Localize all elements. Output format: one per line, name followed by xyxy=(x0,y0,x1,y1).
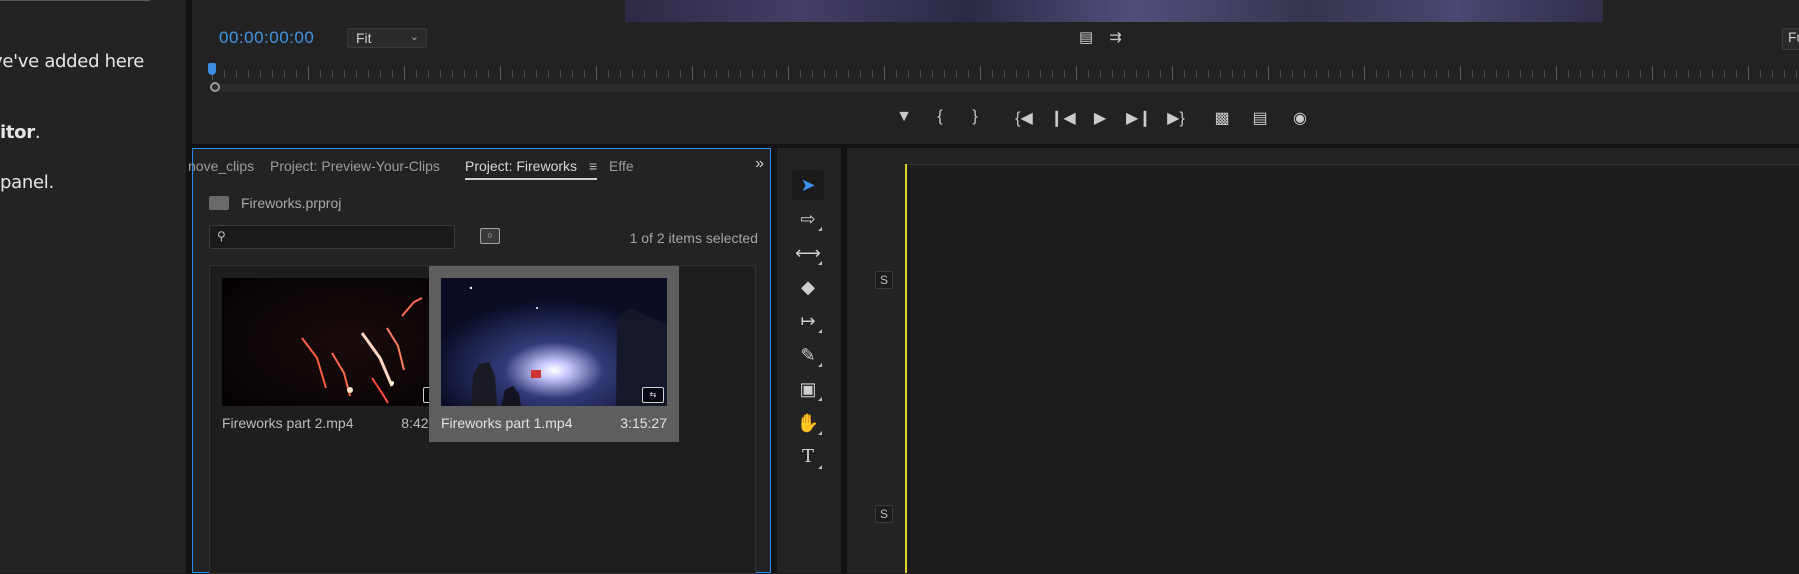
solo-track-button[interactable]: S xyxy=(875,271,893,289)
tab-remove-clips[interactable]: nove_clips xyxy=(188,158,254,174)
red-fireworks-thumbnail xyxy=(222,278,448,406)
tool-group-indicator xyxy=(818,227,822,231)
play-icon[interactable]: ▶ xyxy=(1088,108,1112,128)
zoom-select-value: Fit xyxy=(356,30,372,46)
video-preview xyxy=(625,0,1603,22)
in-point-marker[interactable] xyxy=(210,82,220,92)
tab-project-preview[interactable]: Project: Preview-Your-Clips xyxy=(270,158,440,174)
ripple-edit-icon[interactable]: ⟷ xyxy=(792,238,824,268)
step-forward-icon[interactable]: ▶❙ xyxy=(1126,108,1152,128)
go-to-in-icon[interactable]: {◀ xyxy=(1012,108,1036,128)
clip-item[interactable]: ⇆ Fireworks part 1.mp4 3:15:27 xyxy=(429,266,679,442)
time-ruler-major-ticks xyxy=(212,66,1799,80)
tool-group-indicator xyxy=(818,431,822,435)
clip-name: Fireworks part 1.mp4 xyxy=(441,415,573,431)
tab-effects[interactable]: Effe xyxy=(609,158,634,174)
export-frame-icon[interactable]: ◉ xyxy=(1288,108,1312,128)
playhead-handle[interactable] xyxy=(208,63,216,75)
search-icon: ⚲ xyxy=(217,229,226,243)
tool-group-indicator xyxy=(818,261,822,265)
clip-thumbnail: ⇆ xyxy=(222,278,448,406)
resolution-select[interactable]: Fu xyxy=(1782,28,1799,50)
project-file-name: Fireworks.prproj xyxy=(241,195,342,211)
solo-track-button[interactable]: S xyxy=(875,505,893,523)
chevron-down-icon: ⌄ xyxy=(409,31,419,43)
timeline-sequence-area[interactable] xyxy=(905,164,1799,574)
film-icon[interactable]: ▤ xyxy=(1079,28,1093,46)
insert-icon[interactable]: ▩ xyxy=(1210,108,1234,128)
new-search-bin-icon[interactable]: ○ xyxy=(480,228,500,244)
monitor-settings-icons: ▤ ⇉ xyxy=(1079,28,1138,46)
export-settings-icon[interactable]: ⇉ xyxy=(1109,28,1122,46)
icon-view-grid: ⇆ Fireworks part 2.mp4 8:42:23 xyxy=(209,265,756,574)
zoom-select[interactable]: Fit ⌄ xyxy=(347,28,427,48)
tools-panel: ➤ ⇨ ⟷ ◆ ↦ ✎ ▣ ✋ T xyxy=(777,148,841,573)
tutorial-panel: ve've added here itor. panel. xyxy=(0,0,186,573)
tool-group-indicator xyxy=(818,397,822,401)
slip-icon[interactable]: ↦ xyxy=(792,306,824,336)
pen-icon[interactable]: ✎ xyxy=(792,340,824,370)
timeline-panel: S S xyxy=(847,148,1799,574)
tool-group-indicator xyxy=(818,363,822,367)
resolution-select-value: Fu xyxy=(1788,29,1799,45)
hamburger-menu-icon[interactable]: ≡ xyxy=(589,158,597,174)
step-back-icon[interactable]: ❙◀ xyxy=(1050,108,1076,128)
razor-icon[interactable]: ◆ xyxy=(792,272,824,302)
clip-thumbnail: ⇆ xyxy=(441,278,667,406)
overwrite-icon[interactable]: ▤ xyxy=(1248,108,1272,128)
tutorial-text-line1: ve've added here xyxy=(0,51,144,72)
scrub-bar[interactable] xyxy=(212,84,1799,92)
tutorial-bold-term: itor xyxy=(0,122,35,143)
add-marker-icon[interactable]: ▼ xyxy=(892,108,916,126)
playhead-timecode[interactable]: 00:00:00:00 xyxy=(219,28,314,48)
mark-out-icon[interactable]: } xyxy=(963,108,987,126)
night-crowd-thumbnail xyxy=(441,278,667,406)
tab-project-fireworks[interactable]: Project: Fireworks ≡ xyxy=(465,158,598,180)
clip-duration: 3:15:27 xyxy=(620,415,667,431)
tab-label: Project: Fireworks xyxy=(465,158,578,174)
folder-icon xyxy=(209,196,229,210)
program-monitor: 00:00:00:00 Fit ⌄ ▤⇉ Fu ▼ { } {◀ ❙◀ ▶ ▶❙… xyxy=(192,0,1799,144)
clip-item[interactable]: ⇆ Fireworks part 2.mp4 8:42:23 xyxy=(210,266,460,442)
clip-name: Fireworks part 2.mp4 xyxy=(222,415,354,431)
tutorial-text-line3: panel. xyxy=(0,172,54,193)
selection-status: 1 of 2 items selected xyxy=(629,230,758,246)
mark-in-icon[interactable]: { xyxy=(928,108,952,126)
panel-tabs: nove_clips Project: Preview-Your-Clips P… xyxy=(188,149,770,185)
tabs-overflow-icon[interactable]: » xyxy=(755,155,764,173)
audio-video-badge-icon: ⇆ xyxy=(642,387,664,403)
track-select-icon[interactable]: ⇨ xyxy=(792,204,824,234)
divider xyxy=(0,0,150,1)
tutorial-text-line2: itor. xyxy=(0,122,41,143)
project-panel: nove_clips Project: Preview-Your-Clips P… xyxy=(188,148,771,574)
tutorial-punct: . xyxy=(34,122,41,143)
go-to-out-icon[interactable]: ▶} xyxy=(1164,108,1188,128)
rectangle-icon[interactable]: ▣ xyxy=(792,374,824,404)
tool-group-indicator xyxy=(818,465,822,469)
tool-group-indicator xyxy=(818,329,822,333)
project-file-row: Fireworks.prproj xyxy=(209,195,341,211)
search-field[interactable]: ⚲ xyxy=(209,225,455,249)
selection-tool-icon[interactable]: ➤ xyxy=(792,170,824,200)
search-input[interactable] xyxy=(236,228,450,248)
timeline-playhead-line xyxy=(905,164,907,573)
active-tab-indicator xyxy=(465,178,598,180)
type-icon[interactable]: T xyxy=(792,442,824,472)
hand-icon[interactable]: ✋ xyxy=(792,408,824,438)
